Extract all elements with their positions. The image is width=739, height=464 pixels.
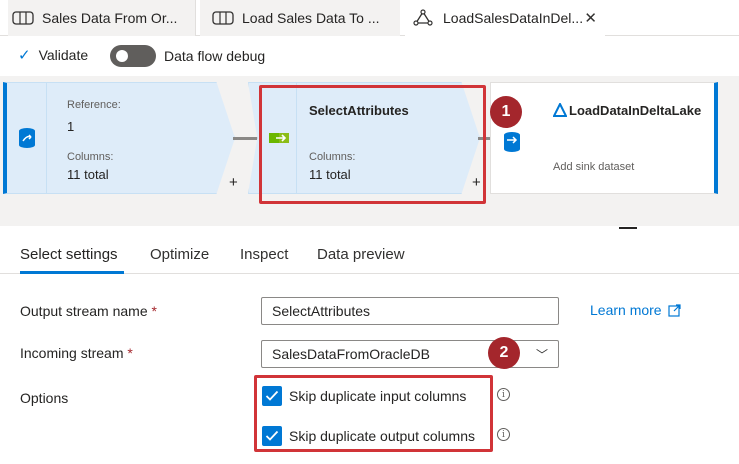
tab-label: LoadSalesDataInDel... bbox=[443, 10, 584, 26]
options-label: Options bbox=[20, 390, 69, 406]
callout-box-2 bbox=[254, 375, 493, 452]
tab-load-sales-data-to[interactable]: Load Sales Data To ... bbox=[200, 0, 400, 36]
info-icon[interactable]: i bbox=[497, 388, 510, 401]
sink-subtitle: Add sink dataset bbox=[553, 161, 635, 173]
required-mark: * bbox=[151, 303, 157, 319]
chevron-down-icon: ﹀ bbox=[535, 348, 548, 362]
delta-lake-icon bbox=[552, 101, 568, 122]
learn-more-link[interactable]: Learn more bbox=[590, 302, 681, 318]
incoming-stream-label-text: Incoming stream bbox=[20, 345, 124, 361]
panel-resize-handle[interactable] bbox=[619, 227, 637, 229]
columns-value: 11 total bbox=[67, 167, 109, 182]
incoming-stream-value: SalesDataFromOracleDB bbox=[272, 346, 430, 362]
sink-node[interactable]: LoadDataInDeltaLake Add sink dataset bbox=[490, 82, 718, 194]
tab-load-sales-data-in-delta[interactable]: LoadSalesDataInDel... ✕ bbox=[405, 0, 605, 36]
sink-database-icon bbox=[503, 131, 521, 158]
dataset-icon bbox=[212, 10, 234, 26]
output-stream-label: Output stream name * bbox=[20, 303, 157, 319]
tab-sales-data-from-oracle[interactable]: Sales Data From Or... bbox=[8, 0, 196, 36]
columns-label: Columns: bbox=[67, 151, 114, 163]
debug-label: Data flow debug bbox=[164, 48, 266, 64]
reference-label: Reference: bbox=[67, 99, 121, 111]
sink-node-title: LoadDataInDeltaLake bbox=[569, 103, 702, 118]
data-flow-debug-toggle[interactable]: Data flow debug bbox=[110, 45, 265, 67]
learn-more-text: Learn more bbox=[590, 302, 662, 318]
tab-label: Sales Data From Or... bbox=[42, 10, 178, 26]
dataset-icon bbox=[12, 10, 34, 26]
tab-label: Load Sales Data To ... bbox=[242, 10, 380, 26]
reference-value: 1 bbox=[67, 119, 75, 134]
callout-box-1 bbox=[259, 85, 486, 204]
add-transformation-button[interactable]: + bbox=[229, 174, 238, 191]
source-icon-column bbox=[7, 83, 47, 193]
checkmark-icon: ✓ bbox=[18, 47, 31, 64]
active-tab-indicator bbox=[20, 271, 124, 274]
info-icon[interactable]: i bbox=[497, 428, 510, 441]
dataflow-canvas[interactable]: Reference: 1 Columns: 11 total + SelectA… bbox=[0, 76, 739, 226]
settings-tab-bar: Select settings Optimize Inspect Data pr… bbox=[0, 238, 739, 274]
output-stream-name-input[interactable]: SelectAttributes bbox=[261, 297, 559, 325]
output-stream-label-text: Output stream name bbox=[20, 303, 148, 319]
dataflow-icon bbox=[413, 9, 435, 26]
tab-optimize[interactable]: Optimize bbox=[150, 246, 209, 263]
toolbar: ✓ Validate Data flow debug bbox=[0, 36, 739, 76]
callout-badge-1: 1 bbox=[490, 96, 522, 128]
incoming-stream-label: Incoming stream * bbox=[20, 345, 133, 361]
connector-line bbox=[233, 137, 261, 140]
editor-tab-bar: Sales Data From Or... Load Sales Data To… bbox=[0, 0, 739, 36]
validate-button[interactable]: ✓ Validate bbox=[18, 46, 88, 64]
tab-data-preview[interactable]: Data preview bbox=[317, 246, 405, 263]
toggle-switch[interactable] bbox=[110, 45, 156, 67]
close-icon[interactable]: ✕ bbox=[584, 9, 597, 27]
tab-select-settings[interactable]: Select settings bbox=[20, 246, 118, 263]
source-database-icon bbox=[18, 128, 35, 148]
tab-inspect[interactable]: Inspect bbox=[240, 246, 288, 263]
required-mark: * bbox=[127, 345, 133, 361]
validate-label: Validate bbox=[38, 47, 89, 63]
external-link-icon bbox=[667, 303, 681, 317]
source-node[interactable]: Reference: 1 Columns: 11 total bbox=[3, 82, 235, 194]
callout-badge-2: 2 bbox=[488, 337, 520, 369]
